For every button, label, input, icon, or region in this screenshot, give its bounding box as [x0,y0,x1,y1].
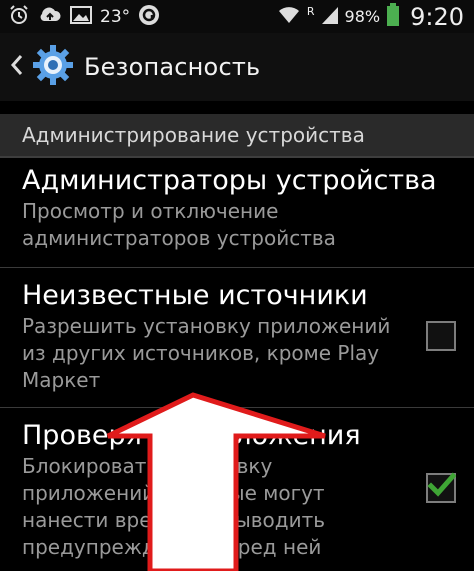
setting-summary-line: Маркет [22,368,101,392]
alarm-icon [8,4,30,30]
temperature-text: 23° [100,6,131,27]
setting-summary-line: Блокировать установку [22,454,273,478]
battery-percent: 98% [344,7,381,26]
setting-summary-line: из других источников, кроме Play [22,341,380,365]
verify-apps-checkbox[interactable] [426,472,456,503]
setting-summary-line: Просмотр и отключение [22,199,279,223]
cloud-upload-icon [38,5,62,29]
wifi-icon [277,5,301,29]
section-header-label: Администрирование устройства [22,123,365,147]
setting-item-verify-apps[interactable]: Проверять приложения Блокировать установ… [0,419,474,561]
action-bar: Безопасность [0,33,474,101]
back-button[interactable] [0,44,74,90]
setting-summary-line: предупреждения перед ней [22,535,322,559]
page-title: Безопасность [84,53,261,81]
image-icon [70,5,92,29]
status-bar-right: R 98% 9:20 [277,2,474,31]
gear-icon [32,44,74,90]
battery-icon [386,2,400,31]
divider [0,267,474,268]
network-badge: R [306,5,315,18]
divider [0,407,474,408]
section-header: Администрирование устройства [0,114,474,158]
setting-title: Администраторы устройства [22,165,437,196]
unknown-sources-checkbox[interactable] [426,321,456,351]
setting-summary-line: администраторов устройства [22,226,336,250]
setting-item-device-administrators[interactable]: Администраторы устройства Просмотр и отк… [0,164,474,252]
status-bar-left: 23° [0,4,160,30]
setting-summary-line: нанести вред, или выводить [22,508,326,532]
setting-summary-line: приложений, которые могут [22,481,325,505]
signal-icon [321,5,339,29]
setting-summary-line: Разрешить установку приложений [22,314,391,338]
app-circle-icon [138,4,160,30]
setting-item-unknown-sources[interactable]: Неизвестные источники Разрешить установк… [0,279,474,394]
chevron-left-icon [10,53,24,81]
clock-text: 9:20 [410,2,464,31]
setting-title: Неизвестные источники [22,280,368,311]
setting-title: Проверять приложения [22,420,361,451]
status-bar: 23° R 98% 9:20 [0,0,474,33]
